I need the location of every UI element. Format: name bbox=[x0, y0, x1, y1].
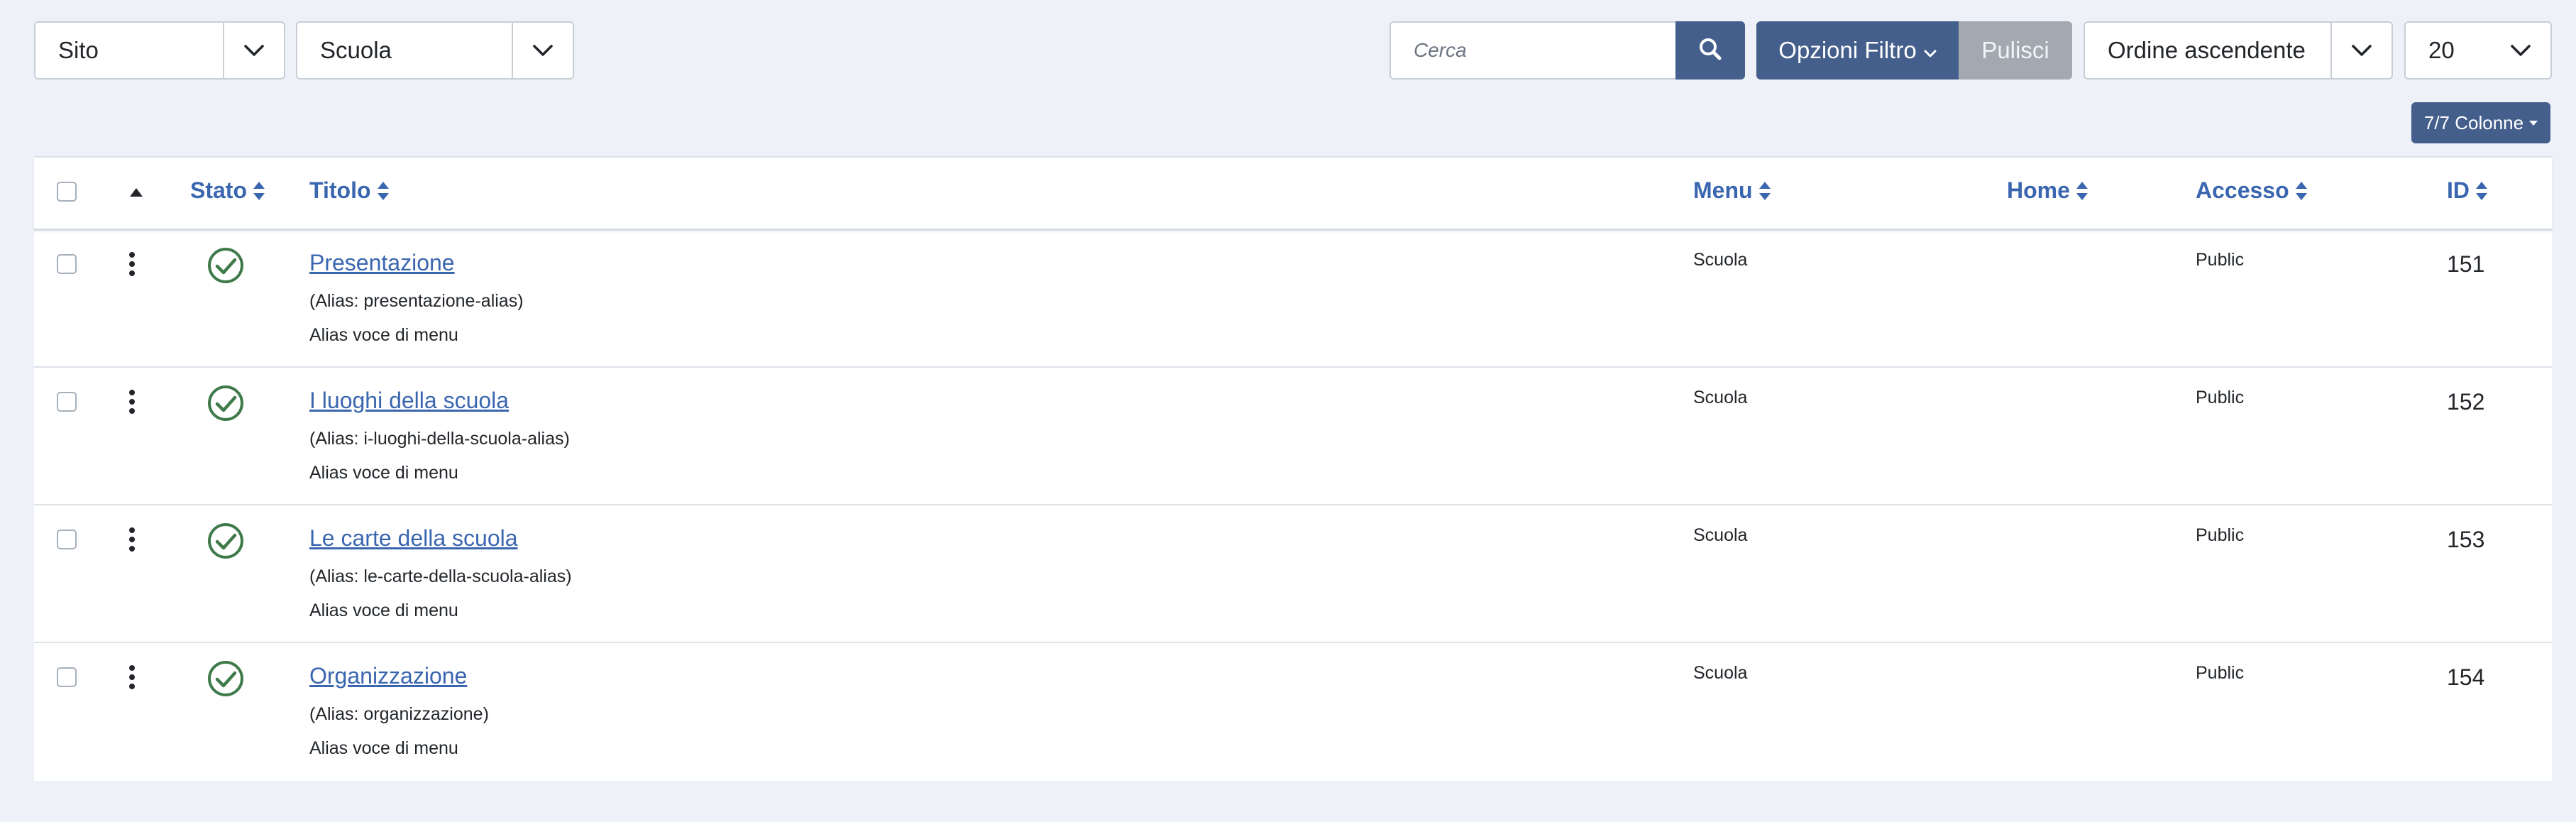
drag-handle-icon[interactable] bbox=[128, 527, 136, 556]
row-checkbox[interactable] bbox=[57, 254, 77, 274]
header-title[interactable]: Titolo bbox=[309, 177, 390, 204]
site-select[interactable]: Sito bbox=[34, 21, 285, 80]
filter-options-label: Opzioni Filtro bbox=[1778, 37, 1917, 63]
table-header: Stato Titolo Menu Home Accesso ID bbox=[34, 158, 2552, 231]
item-id: 152 bbox=[2447, 389, 2485, 415]
item-note: Alias voce di menu bbox=[309, 738, 458, 758]
limit-select-value: 20 bbox=[2428, 37, 2455, 63]
table-row: Presentazione (Alias: presentazione-alia… bbox=[34, 230, 2552, 368]
sort-icon bbox=[377, 181, 389, 200]
header-home[interactable]: Home bbox=[2007, 177, 2088, 204]
columns-toggle-label: 7/7 Colonne bbox=[2423, 111, 2524, 133]
item-menu: Scuola bbox=[1693, 525, 1748, 545]
published-check-icon[interactable] bbox=[207, 385, 244, 425]
search-button[interactable] bbox=[1675, 21, 1745, 80]
select-all-checkbox[interactable] bbox=[57, 182, 77, 202]
item-title-link[interactable]: Organizzazione bbox=[309, 663, 467, 689]
header-menu-label: Menu bbox=[1693, 177, 1753, 203]
header-id[interactable]: ID bbox=[2447, 177, 2488, 204]
item-access: Public bbox=[2196, 525, 2245, 545]
header-access[interactable]: Accesso bbox=[2196, 177, 2308, 204]
item-id: 151 bbox=[2447, 251, 2485, 277]
sort-icon bbox=[1758, 181, 1771, 200]
item-menu: Scuola bbox=[1693, 250, 1748, 270]
drag-handle-icon[interactable] bbox=[128, 664, 136, 694]
item-alias: (Alias: presentazione-alias) bbox=[309, 291, 524, 311]
item-note: Alias voce di menu bbox=[309, 601, 458, 620]
limit-select[interactable]: 20 bbox=[2404, 21, 2552, 80]
item-note: Alias voce di menu bbox=[309, 325, 458, 345]
item-note: Alias voce di menu bbox=[309, 463, 458, 483]
sort-icon bbox=[2476, 181, 2487, 200]
chevron-down-icon bbox=[2330, 23, 2391, 78]
item-alias: (Alias: le-carte-della-scuola-alias) bbox=[309, 566, 572, 586]
item-alias: (Alias: i-luoghi-della-scuola-alias) bbox=[309, 429, 570, 449]
search-icon bbox=[1698, 37, 1722, 65]
item-access: Public bbox=[2196, 250, 2245, 270]
item-access: Public bbox=[2196, 388, 2245, 407]
row-checkbox[interactable] bbox=[57, 392, 77, 412]
site-select-value: Sito bbox=[58, 37, 99, 63]
item-id: 153 bbox=[2447, 527, 2485, 552]
item-title-link[interactable]: I luoghi della scuola bbox=[309, 388, 509, 414]
header-status-label: Stato bbox=[190, 177, 247, 203]
columns-toggle-button[interactable]: 7/7 Colonne bbox=[2411, 102, 2550, 143]
header-id-label: ID bbox=[2447, 177, 2470, 203]
search-input[interactable] bbox=[1389, 21, 1677, 80]
ordering-select-value: Ordine ascendente bbox=[2108, 37, 2306, 63]
caret-down-icon bbox=[2529, 120, 2538, 126]
item-id: 154 bbox=[2447, 664, 2485, 690]
chevron-down-icon bbox=[223, 23, 284, 78]
sort-icon bbox=[2295, 181, 2307, 200]
header-title-label: Titolo bbox=[309, 177, 371, 203]
row-checkbox[interactable] bbox=[57, 530, 77, 549]
header-home-label: Home bbox=[2007, 177, 2070, 203]
published-check-icon[interactable] bbox=[207, 247, 244, 287]
item-title-link[interactable]: Le carte della scuola bbox=[309, 525, 518, 552]
clear-button-label: Pulisci bbox=[1981, 37, 2049, 63]
clear-button[interactable]: Pulisci bbox=[1959, 21, 2072, 80]
sort-icon bbox=[2076, 181, 2088, 200]
header-access-label: Accesso bbox=[2196, 177, 2289, 203]
item-alias: (Alias: organizzazione) bbox=[309, 704, 489, 724]
drag-handle-icon[interactable] bbox=[128, 251, 136, 280]
item-menu: Scuola bbox=[1693, 663, 1748, 683]
table-row: I luoghi della scuola (Alias: i-luoghi-d… bbox=[34, 368, 2552, 505]
drag-handle-icon[interactable] bbox=[128, 389, 136, 418]
published-check-icon[interactable] bbox=[207, 660, 244, 701]
header-status[interactable]: Stato bbox=[190, 177, 265, 204]
sort-icon bbox=[253, 181, 265, 200]
chevron-down-icon bbox=[512, 23, 573, 78]
chevron-down-icon bbox=[2491, 23, 2550, 78]
menu-select-value: Scuola bbox=[320, 37, 392, 63]
table-row: Organizzazione (Alias: organizzazione) A… bbox=[34, 643, 2552, 781]
ordering-sort-icon[interactable] bbox=[129, 187, 143, 201]
header-menu[interactable]: Menu bbox=[1693, 177, 1771, 204]
menu-items-table: Stato Titolo Menu Home Accesso ID Presen… bbox=[34, 156, 2552, 781]
item-title-link[interactable]: Presentazione bbox=[309, 250, 455, 276]
item-menu: Scuola bbox=[1693, 388, 1748, 407]
filter-options-button[interactable]: Opzioni Filtro bbox=[1756, 21, 1959, 80]
item-access: Public bbox=[2196, 663, 2245, 683]
menu-select[interactable]: Scuola bbox=[296, 21, 574, 80]
table-row: Le carte della scuola (Alias: le-carte-d… bbox=[34, 505, 2552, 643]
row-checkbox[interactable] bbox=[57, 667, 77, 687]
published-check-icon[interactable] bbox=[207, 522, 244, 563]
chevron-down-icon bbox=[1917, 37, 1937, 64]
ordering-select[interactable]: Ordine ascendente bbox=[2084, 21, 2393, 80]
